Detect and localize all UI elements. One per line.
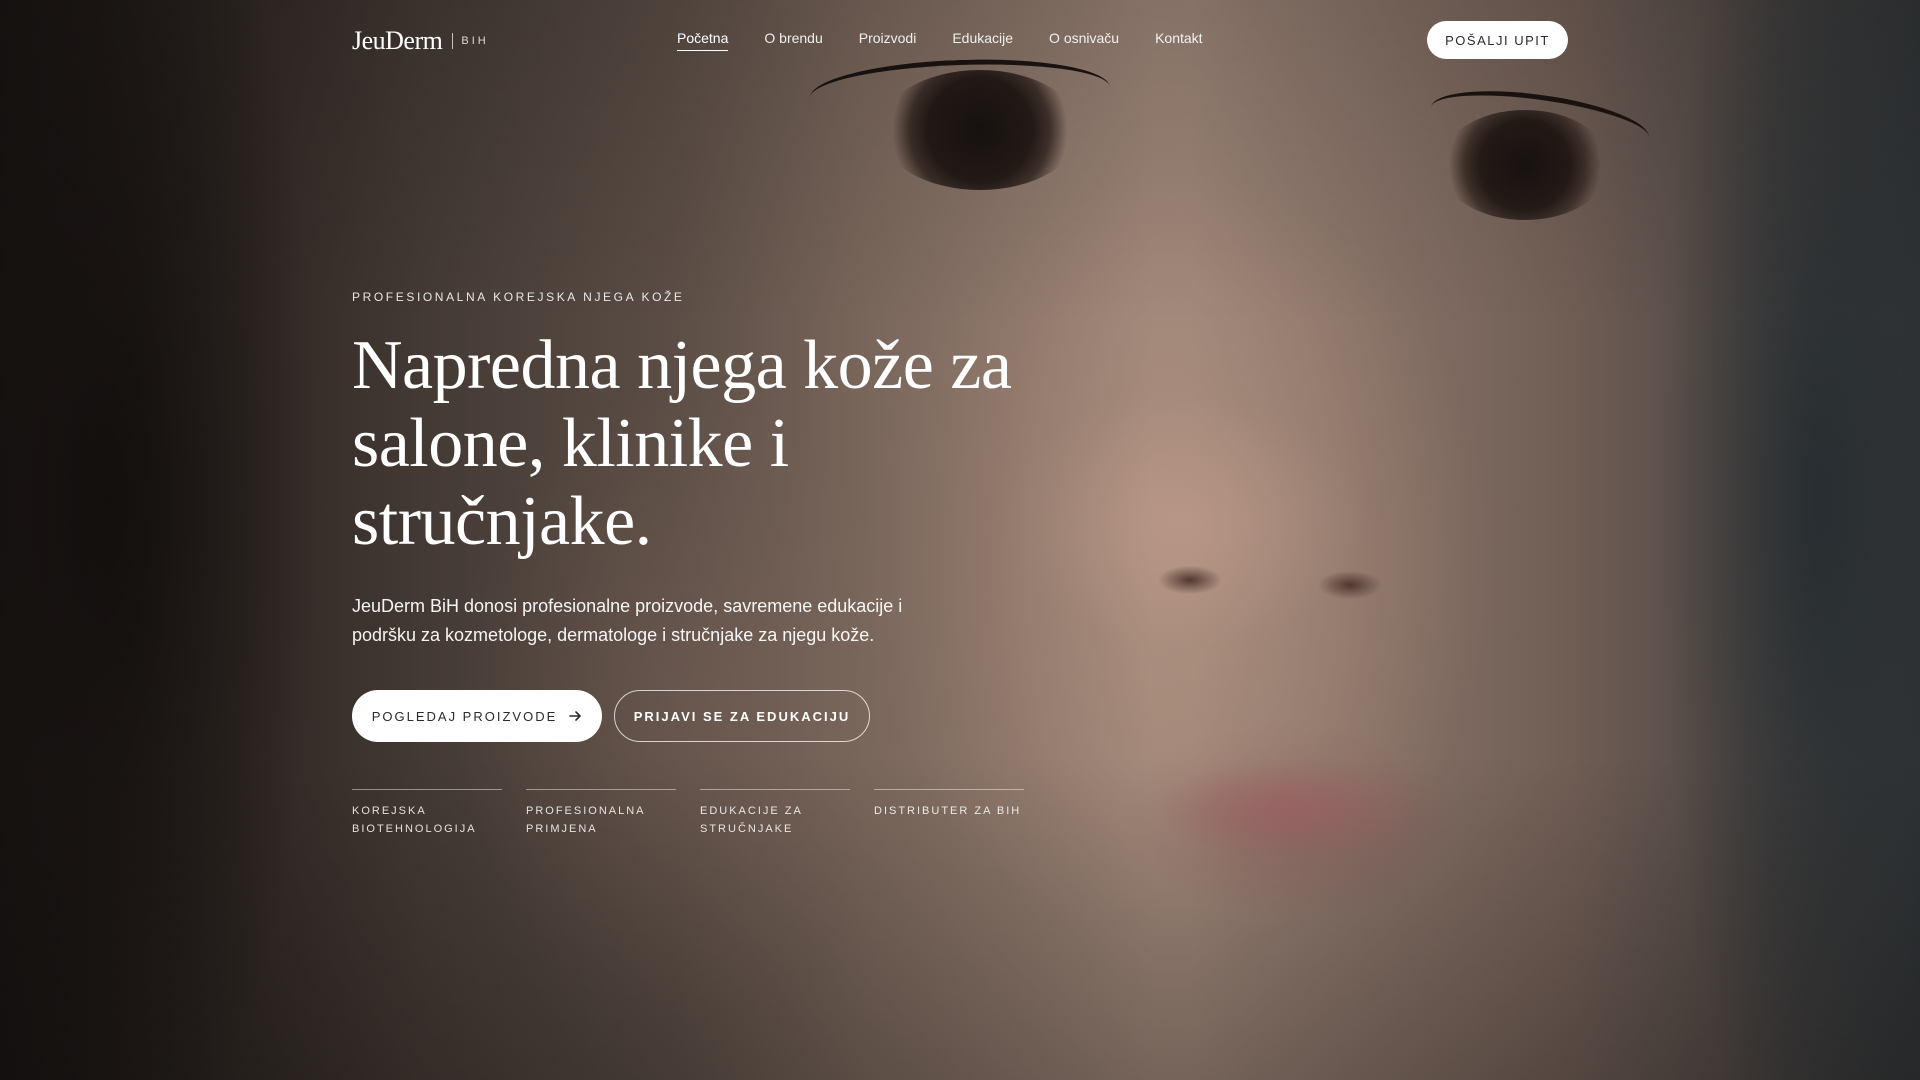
nav-item-kontakt[interactable]: Kontakt — [1155, 30, 1202, 51]
view-products-button[interactable]: POGLEDAJ PROIZVODE — [352, 690, 602, 742]
education-signup-button[interactable]: PRIJAVI SE ZA EDUKACIJU — [614, 690, 870, 742]
feature-item: PROFESIONALNA PRIMJENA — [526, 789, 676, 838]
brand-region: BIH — [461, 35, 489, 47]
view-products-label: POGLEDAJ PROIZVODE — [371, 708, 558, 724]
nav-item-proizvodi[interactable]: Proizvodi — [859, 30, 917, 51]
site-header: JeuDerm BIH Početna O brendu Proizvodi E… — [0, 0, 1920, 80]
hero-headline: Napredna njega kože za salone, klinike i… — [352, 327, 1012, 560]
logo-divider — [452, 33, 454, 49]
hero-section: JeuDerm BIH Početna O brendu Proizvodi E… — [0, 0, 1920, 1080]
arrow-right-icon — [569, 710, 582, 722]
nav-item-pocetna[interactable]: Početna — [677, 30, 729, 51]
feature-list: KOREJSKA BIOTEHNOLOGIJA PROFESIONALNA PR… — [352, 789, 1024, 838]
send-inquiry-button[interactable]: POŠALJI UPIT — [1427, 21, 1568, 59]
hero-lead-text: JeuDerm BiH donosi profesionalne proizvo… — [352, 596, 903, 645]
feature-item: EDUKACIJE ZA STRUČNJAKE — [700, 789, 850, 838]
nav-item-o-brendu[interactable]: O brendu — [764, 30, 822, 51]
brand-logo[interactable]: JeuDerm BIH — [352, 26, 489, 56]
feature-item: KOREJSKA BIOTEHNOLOGIJA — [352, 789, 502, 838]
nav-item-o-osnivacu[interactable]: O osnivaču — [1049, 30, 1119, 51]
hero-eyebrow: PROFESIONALNA KOREJSKA NJEGA KOŽE — [352, 290, 685, 304]
nav-item-edukacije[interactable]: Edukacije — [952, 30, 1013, 51]
brand-name: JeuDerm — [352, 26, 443, 55]
feature-item: DISTRIBUTER ZA BIH — [874, 789, 1024, 838]
main-nav: Početna O brendu Proizvodi Edukacije O o… — [677, 30, 1203, 51]
